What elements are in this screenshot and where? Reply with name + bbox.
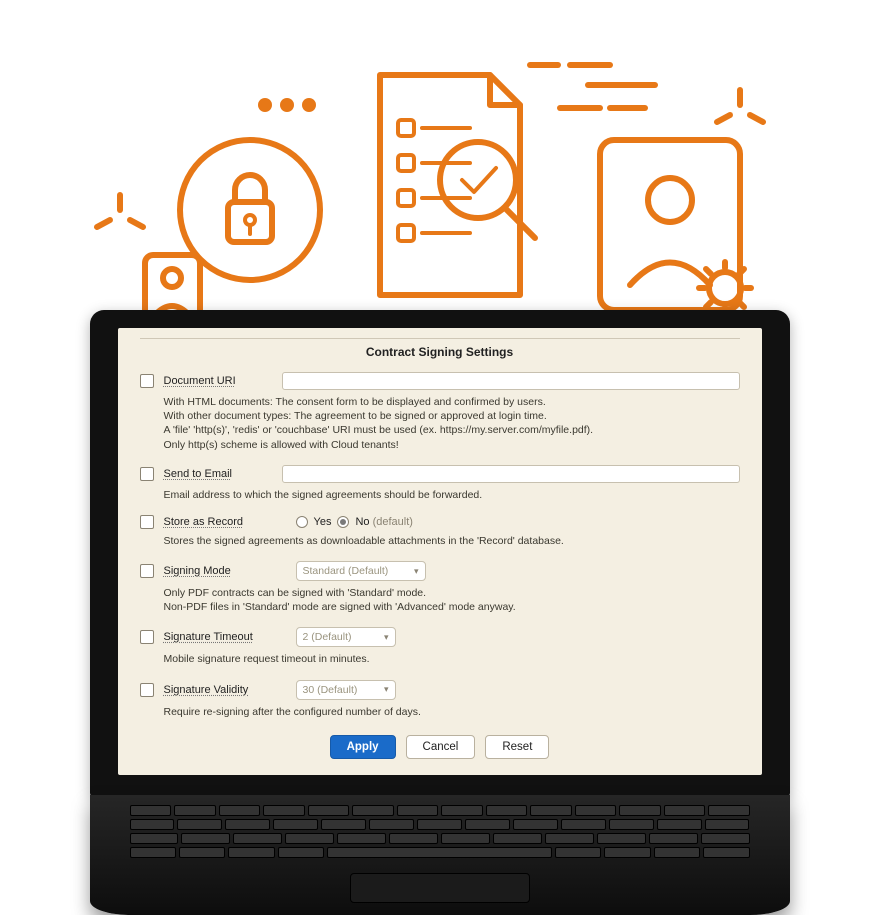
row-signature-validity: Signature Validity 30 (Default) ▾ <box>140 677 740 703</box>
select-value-signature-validity: 30 (Default) <box>303 684 358 696</box>
divider <box>140 338 740 339</box>
label-document-uri: Document URI <box>164 375 272 387</box>
row-document-uri: Document URI <box>140 369 740 393</box>
label-signing-mode: Signing Mode <box>164 565 272 577</box>
select-signature-timeout[interactable]: 2 (Default) ▾ <box>296 627 396 647</box>
select-value-signing-mode: Standard (Default) <box>303 565 389 577</box>
radio-store-yes[interactable] <box>296 516 308 528</box>
keyboard <box>130 805 750 865</box>
checkbox-signature-validity[interactable] <box>140 683 154 697</box>
label-send-email: Send to Email <box>164 468 272 480</box>
decorative-illustration <box>90 20 790 340</box>
checkbox-signature-timeout[interactable] <box>140 630 154 644</box>
desc-send-email: Email address to which the signed agreem… <box>164 488 740 502</box>
chevron-down-icon: ▾ <box>384 632 389 643</box>
row-signing-mode: Signing Mode Standard (Default) ▾ <box>140 558 740 584</box>
laptop-frame: Contract Signing Settings Document URI W… <box>90 310 790 915</box>
checkbox-store-record[interactable] <box>140 515 154 529</box>
input-send-email[interactable] <box>282 465 740 483</box>
desc-signature-timeout: Mobile signature request timeout in minu… <box>164 652 740 666</box>
select-signature-validity[interactable]: 30 (Default) ▾ <box>296 680 396 700</box>
settings-form: Contract Signing Settings Document URI W… <box>118 328 762 775</box>
button-bar: Apply Cancel Reset <box>140 735 740 759</box>
apply-button[interactable]: Apply <box>330 735 396 759</box>
row-signature-timeout: Signature Timeout 2 (Default) ▾ <box>140 624 740 650</box>
label-store-record: Store as Record <box>164 516 272 528</box>
laptop-lid: Contract Signing Settings Document URI W… <box>90 310 790 797</box>
radio-label-no: No (default) <box>355 516 412 528</box>
radio-store-no[interactable] <box>337 516 349 528</box>
desc-document-uri: With HTML documents: The consent form to… <box>164 395 740 452</box>
input-document-uri[interactable] <box>282 372 740 390</box>
radio-label-yes: Yes <box>314 516 332 528</box>
cancel-button[interactable]: Cancel <box>406 735 476 759</box>
checkbox-send-email[interactable] <box>140 467 154 481</box>
laptop-base <box>90 795 790 915</box>
checkbox-signing-mode[interactable] <box>140 564 154 578</box>
select-signing-mode[interactable]: Standard (Default) ▾ <box>296 561 426 581</box>
desc-signing-mode: Only PDF contracts can be signed with 'S… <box>164 586 740 614</box>
desc-signature-validity: Require re-signing after the configured … <box>164 705 740 719</box>
label-signature-validity: Signature Validity <box>164 684 272 696</box>
illustration-svg <box>90 20 790 340</box>
checkbox-document-uri[interactable] <box>140 374 154 388</box>
chevron-down-icon: ▾ <box>384 684 389 695</box>
row-store-record: Store as Record Yes No (default) <box>140 512 740 532</box>
page-title: Contract Signing Settings <box>140 345 740 359</box>
chevron-down-icon: ▾ <box>414 566 419 577</box>
row-send-email: Send to Email <box>140 462 740 486</box>
label-signature-timeout: Signature Timeout <box>164 631 272 643</box>
select-value-signature-timeout: 2 (Default) <box>303 631 352 643</box>
reset-button[interactable]: Reset <box>485 735 549 759</box>
desc-store-record: Stores the signed agreements as download… <box>164 534 740 548</box>
